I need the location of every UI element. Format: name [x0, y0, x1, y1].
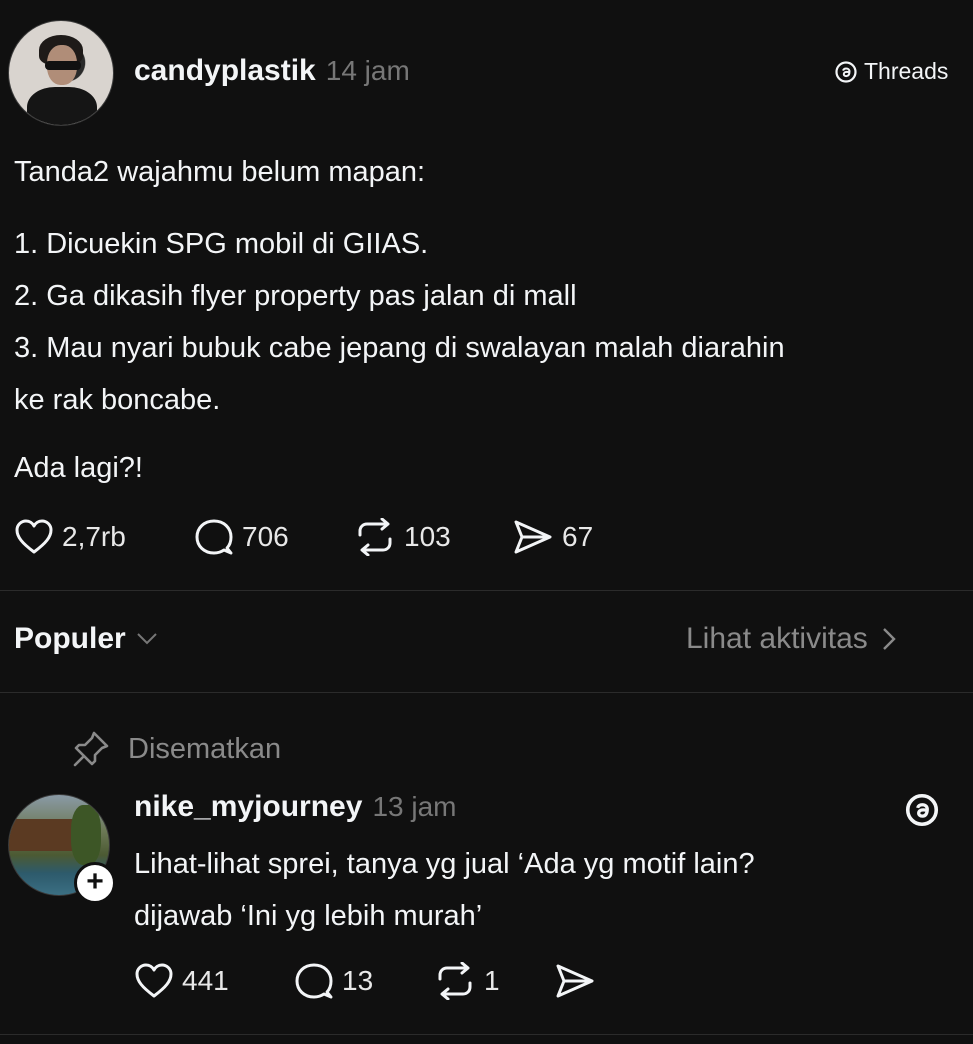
share-count: 67	[562, 521, 594, 552]
divider	[0, 590, 973, 591]
repost-icon	[358, 518, 392, 556]
post-time: 14 jam	[325, 55, 410, 86]
post-line: ke rak boncabe.	[14, 384, 221, 416]
post-line: Tanda2 wajahmu belum mapan:	[14, 156, 426, 188]
reply-repost-button[interactable]: 1	[434, 962, 500, 1000]
post-line: Ada lagi?!	[14, 452, 143, 484]
divider	[0, 1034, 973, 1035]
view-activity-link[interactable]: Lihat aktivitas	[686, 622, 896, 656]
author-avatar[interactable]	[8, 20, 114, 126]
reply-reply-button[interactable]: 13	[294, 962, 373, 1000]
repost-button[interactable]: 103	[354, 518, 451, 556]
send-icon	[514, 520, 552, 554]
like-button[interactable]: 2,7rb	[14, 518, 126, 556]
chevron-right-icon	[882, 628, 896, 650]
reply-time: 13 jam	[372, 791, 457, 822]
post-header: candyplastik 14 jam	[134, 54, 410, 88]
sort-label: Populer	[14, 622, 126, 655]
threads-label: Threads	[864, 58, 949, 84]
heart-icon	[15, 519, 53, 554]
heart-icon	[135, 963, 173, 998]
like-count: 2,7rb	[62, 521, 126, 552]
reply-author-username[interactable]: nike_myjourney	[134, 790, 362, 824]
threads-logo-icon[interactable]	[904, 792, 940, 828]
reply-line: dijawab ‘Ini yg lebih murah’	[134, 900, 483, 932]
reply-count: 706	[242, 521, 289, 552]
divider	[0, 692, 973, 693]
threads-logo-icon	[835, 60, 857, 83]
reply-header: nike_myjourney 13 jam	[134, 790, 456, 824]
reply-button[interactable]: 706	[194, 518, 289, 556]
reply-repost-count: 1	[484, 965, 500, 996]
comment-icon	[195, 519, 233, 555]
follow-plus-icon[interactable]: +	[74, 862, 116, 904]
pinned-indicator: Disematkan	[72, 730, 281, 768]
threads-badge[interactable]: Threads	[834, 58, 948, 85]
reply-share-button[interactable]	[554, 962, 596, 1000]
chevron-down-icon	[136, 633, 157, 645]
send-icon	[556, 964, 594, 998]
repost-count: 103	[404, 521, 451, 552]
reply-like-count: 441	[182, 965, 229, 996]
post-line: 3. Mau nyari bubuk cabe jepang di swalay…	[14, 332, 785, 364]
pinned-label: Disematkan	[128, 732, 282, 765]
comment-icon	[295, 963, 333, 999]
view-activity-label: Lihat aktivitas	[686, 622, 868, 655]
reply-line: Lihat-lihat sprei, tanya yg jual ‘Ada yg…	[134, 848, 755, 880]
sort-dropdown[interactable]: Populer	[14, 622, 158, 656]
post-line: 1. Dicuekin SPG mobil di GIIAS.	[14, 228, 429, 260]
author-username[interactable]: candyplastik	[134, 54, 316, 88]
post-line: 2. Ga dikasih flyer property pas jalan d…	[14, 280, 577, 312]
reply-reply-count: 13	[342, 965, 374, 996]
reply-like-button[interactable]: 441	[134, 962, 229, 1000]
pin-icon	[73, 731, 109, 767]
share-button[interactable]: 67	[512, 518, 593, 556]
repost-icon	[438, 962, 472, 1000]
